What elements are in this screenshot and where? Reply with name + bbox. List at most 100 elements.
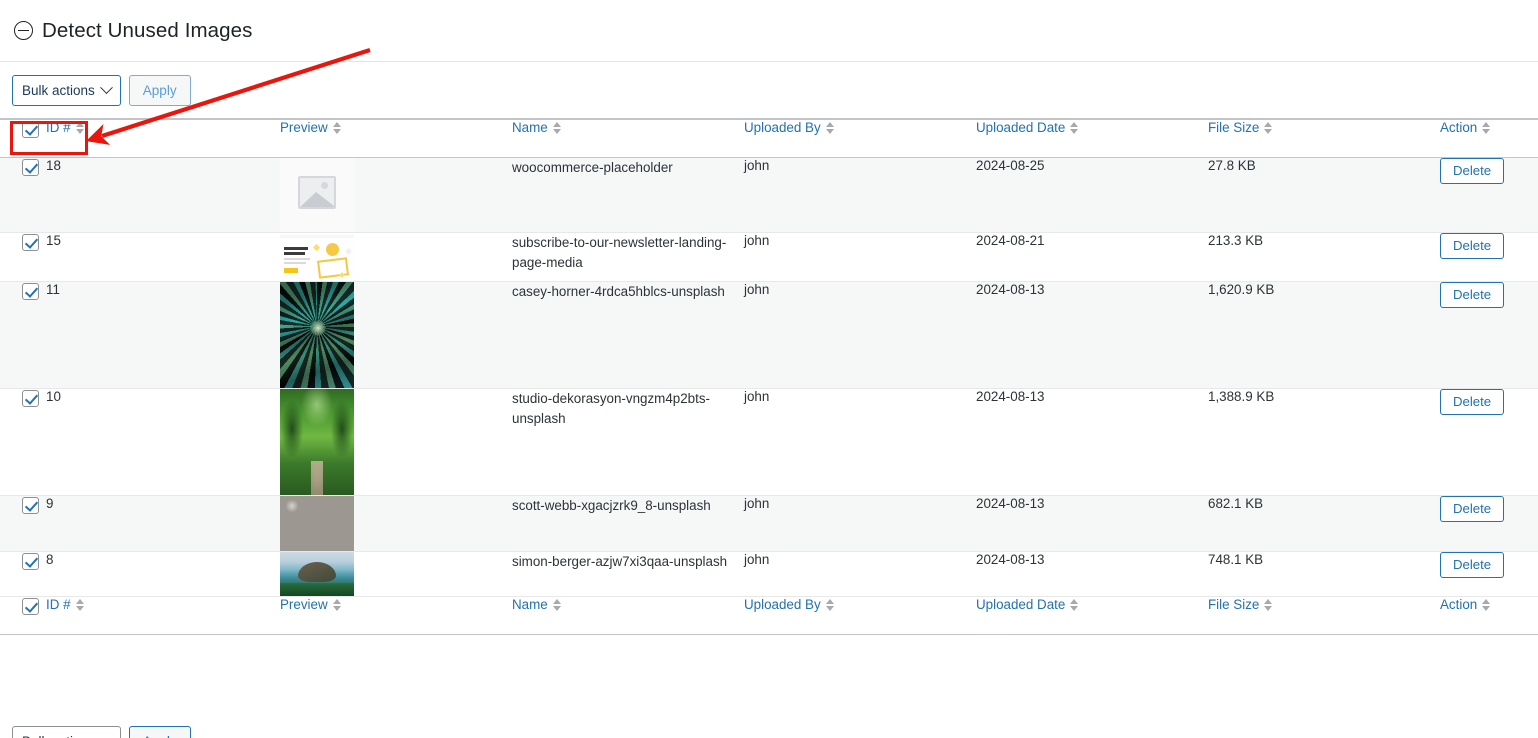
sort-icon <box>75 121 85 134</box>
row-checkbox[interactable] <box>22 234 39 251</box>
thumbnail-image[interactable] <box>280 233 354 281</box>
delete-button[interactable]: Delete <box>1440 158 1505 185</box>
sort-uploaded-by-link-footer[interactable]: Uploaded By <box>744 597 835 612</box>
header-preview: Preview <box>280 119 512 158</box>
delete-button[interactable]: Delete <box>1440 496 1505 523</box>
sort-icon <box>1264 121 1273 134</box>
cell-file-size: 748.1 KB <box>1208 551 1440 597</box>
cell-name: woocommerce-placeholder <box>512 157 744 233</box>
cell-id: 9 <box>46 495 280 552</box>
footer-uploaded-by: Uploaded By <box>744 596 976 635</box>
footer-uploaded-date-label: Uploaded Date <box>976 597 1066 612</box>
sort-icon <box>825 598 835 611</box>
cell-uploaded-date: 2024-08-13 <box>976 281 1208 389</box>
sort-uploaded-date-link[interactable]: Uploaded Date <box>976 120 1079 135</box>
delete-button[interactable]: Delete <box>1440 233 1505 260</box>
apply-button-bottom[interactable]: Apply <box>128 726 191 738</box>
header-select-all-cell <box>0 119 46 158</box>
sort-icon <box>332 598 342 611</box>
sort-id-link-footer[interactable]: ID # <box>46 597 85 612</box>
page-title: Detect Unused Images <box>42 18 253 42</box>
circle-minus-icon[interactable] <box>14 21 33 40</box>
table-row: 10 studio-dekorasyon-vngzm4p2bts-unsplas… <box>0 388 1538 496</box>
footer-action: Action <box>1440 596 1538 635</box>
apply-button[interactable]: Apply <box>128 74 191 106</box>
cell-uploaded-date: 2024-08-13 <box>976 551 1208 597</box>
sort-file-size-link-footer[interactable]: File Size <box>1208 597 1273 612</box>
footer-select-all-cell <box>0 596 46 635</box>
delete-button[interactable]: Delete <box>1440 552 1505 579</box>
cell-preview <box>280 281 512 389</box>
thumbnail-image[interactable] <box>280 389 354 495</box>
sort-file-size-link[interactable]: File Size <box>1208 120 1273 135</box>
tablenav-top: Bulk actions Apply <box>0 62 1538 119</box>
delete-button[interactable]: Delete <box>1440 282 1505 309</box>
header-uploaded-by-label: Uploaded By <box>744 120 821 135</box>
thumbnail-image[interactable] <box>280 282 354 388</box>
row-select-cell <box>0 232 46 282</box>
cell-file-size: 682.1 KB <box>1208 495 1440 552</box>
header-action: Action <box>1440 119 1538 158</box>
cell-uploaded-by: john <box>744 495 976 552</box>
table-row: 15 subscribe-to-our-newsletter-landing-p… <box>0 232 1538 282</box>
header-uploaded-date: Uploaded Date <box>976 119 1208 158</box>
sort-action-link[interactable]: Action <box>1440 120 1491 135</box>
sort-id-link[interactable]: ID # <box>46 120 85 135</box>
bulk-actions-select[interactable]: Bulk actions <box>12 74 121 106</box>
table-row: 18 woocommerce-placeholder john 2024-08-… <box>0 157 1538 233</box>
row-select-cell <box>0 551 46 597</box>
sort-action-link-footer[interactable]: Action <box>1440 597 1491 612</box>
cell-preview <box>280 388 512 496</box>
row-checkbox[interactable] <box>22 553 39 570</box>
sort-icon <box>1070 121 1079 134</box>
thumbnail-image[interactable] <box>280 496 354 551</box>
header-preview-label: Preview <box>280 120 328 135</box>
sort-name-link[interactable]: Name <box>512 120 562 135</box>
cell-id: 18 <box>46 157 280 233</box>
bulk-actions-select-bottom[interactable]: Bulk actions <box>12 726 121 738</box>
tablenav-bottom: Bulk actions Apply <box>0 726 1538 738</box>
cell-action: Delete <box>1440 157 1538 233</box>
cell-uploaded-by: john <box>744 157 976 233</box>
sort-icon <box>1482 121 1491 134</box>
table-row: 8 simon-berger-azjw7xi3qaa-unsplash john… <box>0 551 1538 597</box>
footer-preview-label: Preview <box>280 597 328 612</box>
sort-uploaded-date-link-footer[interactable]: Uploaded Date <box>976 597 1079 612</box>
cell-file-size: 213.3 KB <box>1208 232 1440 282</box>
header-file-size: File Size <box>1208 119 1440 158</box>
unused-images-table: ID # Preview Name Uploaded By Uploaded D… <box>0 119 1538 635</box>
detect-unused-images-panel: Detect Unused Images Bulk actions Apply … <box>0 0 1538 738</box>
row-checkbox[interactable] <box>22 159 39 176</box>
row-checkbox[interactable] <box>22 390 39 407</box>
select-all-checkbox[interactable] <box>22 121 39 138</box>
row-checkbox[interactable] <box>22 497 39 514</box>
cell-uploaded-date: 2024-08-25 <box>976 157 1208 233</box>
cell-preview <box>280 157 512 233</box>
image-placeholder-icon <box>298 176 336 209</box>
cell-name: scott-webb-xgacjzrk9_8-unsplash <box>512 495 744 552</box>
sort-uploaded-by-link[interactable]: Uploaded By <box>744 120 835 135</box>
header-id: ID # <box>46 119 280 158</box>
header-id-label: ID # <box>46 120 71 135</box>
row-select-cell <box>0 495 46 552</box>
footer-id-label: ID # <box>46 597 71 612</box>
cell-file-size: 1,620.9 KB <box>1208 281 1440 389</box>
select-all-checkbox-footer[interactable] <box>22 598 39 615</box>
sort-preview-link[interactable]: Preview <box>280 120 342 135</box>
header-uploaded-date-label: Uploaded Date <box>976 120 1066 135</box>
thumbnail-image[interactable] <box>280 552 354 596</box>
cell-action: Delete <box>1440 232 1538 282</box>
cell-action: Delete <box>1440 495 1538 552</box>
sort-icon <box>552 598 562 611</box>
thumbnail-image[interactable] <box>280 158 354 232</box>
table-row: 9 scott-webb-xgacjzrk9_8-unsplash john 2… <box>0 495 1538 552</box>
delete-button[interactable]: Delete <box>1440 389 1505 416</box>
sort-name-link-footer[interactable]: Name <box>512 597 562 612</box>
sort-preview-link-footer[interactable]: Preview <box>280 597 342 612</box>
sort-icon <box>332 121 342 134</box>
row-checkbox[interactable] <box>22 283 39 300</box>
footer-preview: Preview <box>280 596 512 635</box>
cell-id: 10 <box>46 388 280 496</box>
footer-name-label: Name <box>512 597 548 612</box>
cell-name: simon-berger-azjw7xi3qaa-unsplash <box>512 551 744 597</box>
